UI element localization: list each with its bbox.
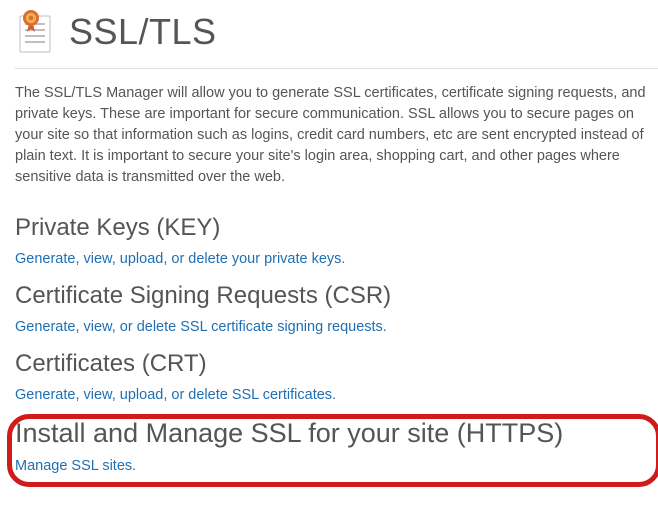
page-title: SSL/TLS [69,11,217,53]
heading-crt: Certificates (CRT) [15,350,658,378]
certificate-icon [15,10,55,54]
heading-install: Install and Manage SSL for your site (HT… [15,418,658,449]
link-csr[interactable]: Generate, view, or delete SSL certificat… [15,319,387,335]
section-csr: Certificate Signing Requests (CSR) Gener… [15,268,658,336]
page-header: SSL/TLS [15,0,658,68]
heading-csr: Certificate Signing Requests (CSR) [15,282,658,310]
intro-text: The SSL/TLS Manager will allow you to ge… [15,69,658,200]
link-private-keys[interactable]: Generate, view, upload, or delete your p… [15,251,345,267]
section-private-keys: Private Keys (KEY) Generate, view, uploa… [15,200,658,268]
section-install: Install and Manage SSL for your site (HT… [15,418,658,475]
heading-private-keys: Private Keys (KEY) [15,214,658,242]
link-manage-ssl-sites[interactable]: Manage SSL sites. [15,458,136,474]
link-crt[interactable]: Generate, view, upload, or delete SSL ce… [15,387,336,403]
section-crt: Certificates (CRT) Generate, view, uploa… [15,336,658,404]
section-install-highlighted: Install and Manage SSL for your site (HT… [15,418,658,475]
